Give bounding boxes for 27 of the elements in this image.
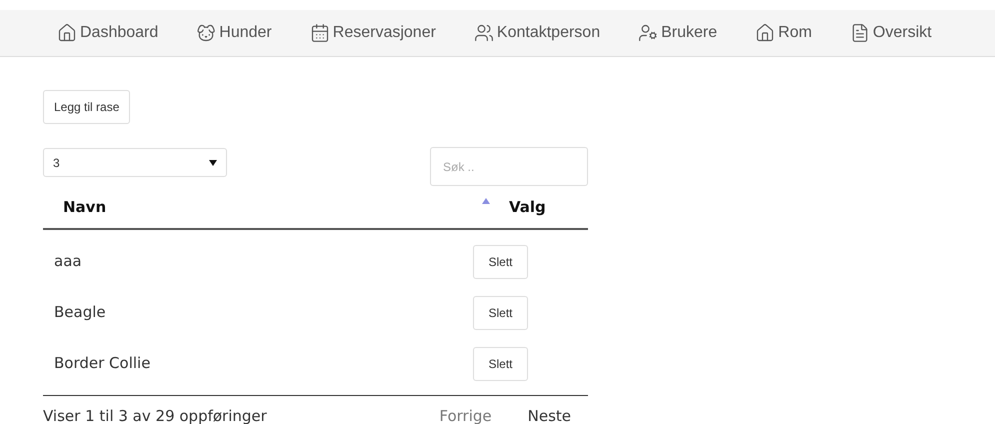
table-cell-text: aaa: [53, 251, 83, 272]
table-cell-text: Border Collie: [53, 353, 152, 374]
delete-button[interactable]: Slett: [473, 296, 528, 330]
calendar-icon: [310, 23, 330, 43]
delete-button[interactable]: Slett: [473, 244, 528, 278]
table-cell-text: Beagle: [53, 302, 107, 324]
people-icon: [474, 23, 494, 43]
nav-link[interactable]: Hunder: [196, 21, 272, 45]
pagination-link[interactable]: Neste: [528, 405, 571, 424]
column-header[interactable]: Valg: [496, 186, 588, 228]
nav-link[interactable]: Rom: [755, 21, 812, 45]
column-header[interactable]: Navn: [43, 186, 496, 228]
house-icon: [755, 23, 776, 43]
delete-button[interactable]: Slett: [473, 346, 528, 380]
nav-link[interactable]: Dashboard: [57, 21, 158, 45]
house-icon: [57, 23, 77, 43]
dropdown-arrow-icon: [209, 160, 217, 166]
add-breed-button[interactable]: Legg til rase: [43, 90, 130, 124]
nav-link[interactable]: Reservasjoner: [310, 21, 436, 45]
search-field[interactable]: Søk ..: [430, 147, 588, 186]
nav-link[interactable]: Brukere: [638, 21, 718, 45]
page-size-select[interactable]: 3: [43, 148, 227, 177]
dog-icon: [196, 23, 216, 43]
nav-link[interactable]: Kontaktperson: [474, 21, 600, 45]
nav-link[interactable]: Oversikt: [850, 21, 932, 45]
entries-info: Viser 1 til 3 av 29 oppføringer: [43, 406, 267, 424]
person-icon: [638, 23, 658, 43]
